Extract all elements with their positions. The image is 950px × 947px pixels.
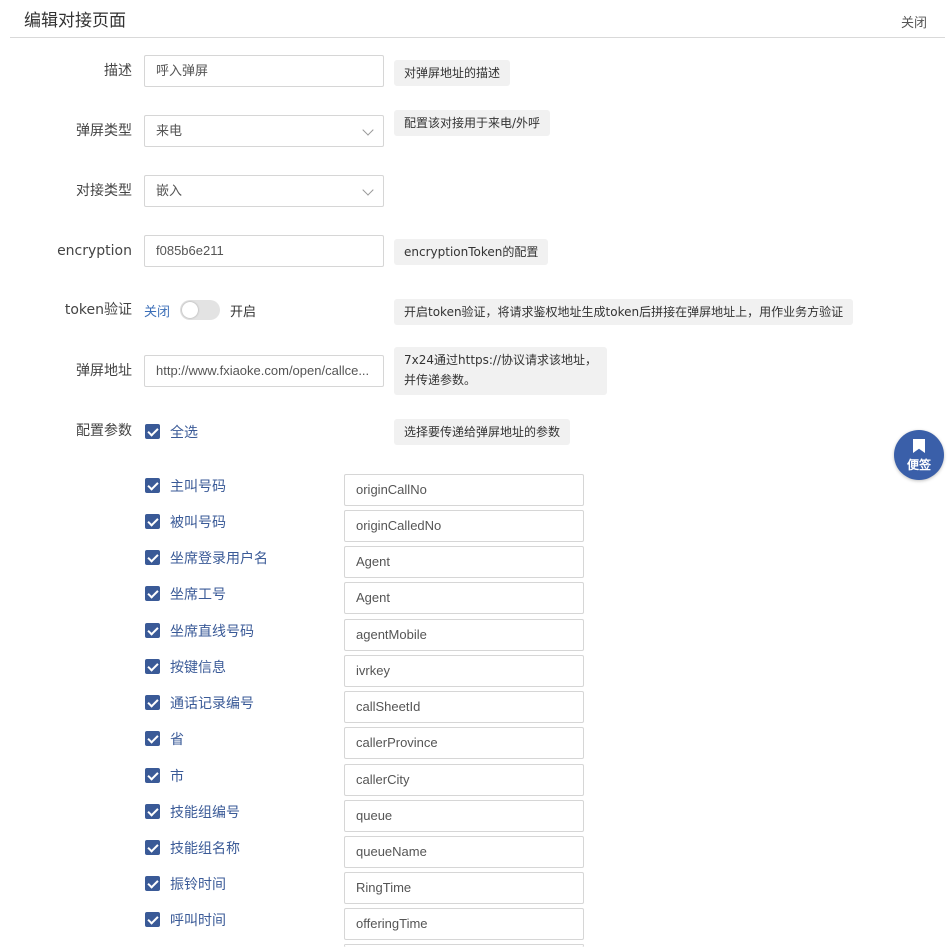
url-tip: 7x24通过https://协议请求该地址， 并传递参数。 xyxy=(394,347,608,395)
url-input[interactable]: http://www.fxiaoke.com/open/callce... xyxy=(144,355,384,387)
param-checkbox[interactable] xyxy=(145,659,160,674)
param-row: 技能组编号 queue xyxy=(0,800,600,832)
param-row: 省 callerProvince xyxy=(0,727,600,759)
param-checkbox[interactable] xyxy=(145,478,160,493)
popup-type-label: 弹屏类型 xyxy=(76,123,132,139)
param-row: 呼叫时间 offeringTime xyxy=(0,908,600,940)
param-input[interactable]: Agent xyxy=(344,582,584,614)
param-checkbox[interactable] xyxy=(145,586,160,601)
param-row: 市 callerCity xyxy=(0,764,600,796)
description-label: 描述 xyxy=(104,63,132,79)
sticky-note-button[interactable]: 便签 xyxy=(894,430,944,480)
param-label[interactable]: 坐席登录用户名 xyxy=(170,548,268,568)
param-label[interactable]: 技能组名称 xyxy=(170,838,240,858)
params-tip: 选择要传递给弹屏地址的参数 xyxy=(394,419,571,445)
close-button[interactable]: 关闭 xyxy=(901,12,927,31)
param-label[interactable]: 被叫号码 xyxy=(170,512,226,532)
param-checkbox[interactable] xyxy=(145,623,160,638)
token-on-label: 开启 xyxy=(230,304,257,320)
popup-type-select[interactable]: 来电 xyxy=(144,115,384,147)
dock-type-select[interactable]: 嵌入 xyxy=(144,175,384,207)
param-row: 通话记录编号 callSheetId xyxy=(0,691,600,723)
sticky-note-label: 便签 xyxy=(906,458,931,472)
page-title: 编辑对接页面 xyxy=(24,11,126,31)
param-input[interactable]: ivrkey xyxy=(344,655,584,687)
select-all-checkbox[interactable] xyxy=(145,424,160,439)
param-label[interactable]: 市 xyxy=(170,766,184,786)
param-checkbox[interactable] xyxy=(145,514,160,529)
description-input[interactable]: 呼入弹屏 xyxy=(144,55,384,87)
param-input[interactable]: queue xyxy=(344,800,584,832)
param-label[interactable]: 坐席工号 xyxy=(170,584,226,604)
param-checkbox[interactable] xyxy=(145,768,160,783)
param-row: 主叫号码 originCallNo xyxy=(0,474,600,506)
param-input[interactable]: callerCity xyxy=(344,764,584,796)
param-checkbox[interactable] xyxy=(145,731,160,746)
param-checkbox[interactable] xyxy=(145,876,160,891)
param-row: 振铃时间 RingTime xyxy=(0,872,600,904)
param-row: 坐席登录用户名 Agent xyxy=(0,546,600,578)
param-label[interactable]: 通话记录编号 xyxy=(170,693,254,713)
popup-type-row: 弹屏类型 来电 配置该对接用于来电/外呼 xyxy=(0,110,950,147)
url-tip-line1: 7x24通过https://协议请求该地址， xyxy=(404,353,598,367)
param-label[interactable]: 振铃时间 xyxy=(170,874,226,894)
description-tip: 对弹屏地址的描述 xyxy=(394,60,511,86)
url-label: 弹屏地址 xyxy=(76,363,132,379)
popup-type-value: 来电 xyxy=(156,123,183,138)
param-input[interactable]: callerProvince xyxy=(344,727,584,759)
token-toggle[interactable] xyxy=(180,300,221,320)
param-input[interactable]: offeringTime xyxy=(344,908,584,940)
bookmark-icon xyxy=(913,439,925,453)
encryption-row: encryption f085b6e211 encryptionToken的配置 xyxy=(0,235,950,267)
select-all-label[interactable]: 全选 xyxy=(170,422,198,442)
param-row: 按键信息 ivrkey xyxy=(0,655,600,687)
param-input[interactable]: Agent xyxy=(344,546,584,578)
token-off-label: 关闭 xyxy=(144,304,171,320)
toggle-knob xyxy=(182,302,199,318)
param-checkbox[interactable] xyxy=(145,804,160,819)
dock-type-value: 嵌入 xyxy=(156,183,183,198)
param-row: 技能组名称 queueName xyxy=(0,836,600,868)
param-input[interactable]: agentMobile xyxy=(344,619,584,651)
token-switch-group: 关闭 开启 xyxy=(144,294,256,326)
dock-type-label: 对接类型 xyxy=(76,183,132,199)
param-input[interactable]: originCallNo xyxy=(344,474,584,506)
param-checkbox[interactable] xyxy=(145,695,160,710)
description-row: 描述 呼入弹屏 对弹屏地址的描述 xyxy=(0,55,950,87)
param-checkbox[interactable] xyxy=(145,840,160,855)
param-input[interactable]: callSheetId xyxy=(344,691,584,723)
popup-type-tip: 配置该对接用于来电/外呼 xyxy=(394,110,551,136)
param-checkbox[interactable] xyxy=(145,912,160,927)
param-row: 被叫号码 originCalledNo xyxy=(0,510,600,542)
url-row: 弹屏地址 http://www.fxiaoke.com/open/callce.… xyxy=(0,347,950,395)
chevron-down-icon xyxy=(362,124,374,136)
param-label[interactable]: 呼叫时间 xyxy=(170,910,226,930)
param-label[interactable]: 省 xyxy=(170,729,184,749)
param-label[interactable]: 主叫号码 xyxy=(170,476,226,496)
param-label[interactable]: 按键信息 xyxy=(170,657,226,677)
page-header: 编辑对接页面 关闭 xyxy=(10,0,945,38)
params-label: 配置参数 xyxy=(76,423,132,439)
param-row: 坐席直线号码 agentMobile xyxy=(0,619,600,651)
param-input[interactable]: queueName xyxy=(344,836,584,868)
encryption-label: encryption xyxy=(57,243,132,259)
token-tip: 开启token验证，将请求鉴权地址生成token后拼接在弹屏地址上，用作业务方验… xyxy=(394,299,854,325)
param-label[interactable]: 技能组编号 xyxy=(170,802,240,822)
param-input[interactable]: originCalledNo xyxy=(344,510,584,542)
url-tip-line2: 并传递参数。 xyxy=(404,373,477,387)
params-row: 配置参数 全选 选择要传递给弹屏地址的参数 xyxy=(0,415,950,447)
dock-type-row: 对接类型 嵌入 xyxy=(0,175,950,207)
param-checkbox[interactable] xyxy=(145,550,160,565)
param-row: 坐席工号 Agent xyxy=(0,582,600,614)
token-label: token验证 xyxy=(64,302,132,318)
token-row: token验证 关闭 开启 开启token验证，将请求鉴权地址生成token后拼… xyxy=(0,294,950,326)
encryption-tip: encryptionToken的配置 xyxy=(394,239,549,265)
param-input[interactable]: RingTime xyxy=(344,872,584,904)
chevron-down-icon xyxy=(362,184,374,196)
param-label[interactable]: 坐席直线号码 xyxy=(170,621,254,641)
encryption-input[interactable]: f085b6e211 xyxy=(144,235,384,267)
